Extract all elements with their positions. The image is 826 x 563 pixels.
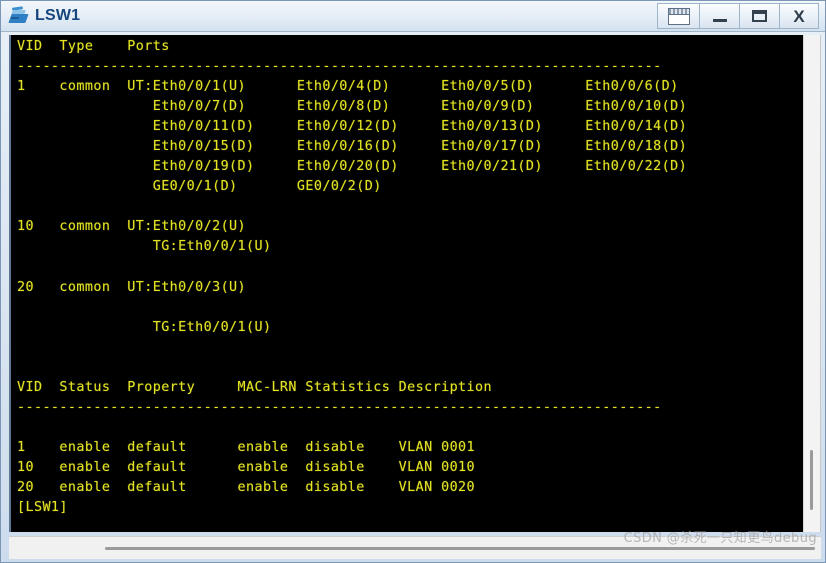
vertical-scrollbar[interactable] (803, 35, 821, 532)
window-title: LSW1 (35, 7, 81, 24)
minimize-icon (712, 18, 727, 22)
maximize-icon (752, 10, 767, 22)
window-content: VID Type Ports -------------------------… (1, 32, 825, 532)
window-controls: X (657, 3, 819, 29)
window-list-button[interactable] (657, 3, 699, 29)
terminal-text: VID Type Ports -------------------------… (17, 39, 688, 516)
switch-device-icon (8, 6, 29, 25)
bottom-strip: CSDN @杀死一只知更鸟debug (1, 531, 825, 562)
terminal-output-area[interactable]: VID Type Ports -------------------------… (11, 35, 803, 532)
vertical-scrollbar-thumb[interactable] (810, 450, 813, 510)
close-icon: X (793, 6, 805, 26)
maximize-button[interactable] (739, 3, 779, 29)
terminal-frame: VID Type Ports -------------------------… (9, 35, 821, 532)
title-bar: LSW1 X (1, 1, 825, 32)
window-list-icon (667, 7, 690, 25)
terminal-window: LSW1 X VID Type Ports ------------------… (0, 0, 826, 563)
horizontal-scrollbar-thumb[interactable] (105, 546, 815, 550)
close-button[interactable]: X (779, 3, 819, 29)
minimize-button[interactable] (699, 3, 739, 29)
horizontal-scrollbar[interactable] (9, 536, 821, 559)
title-bar-left: LSW1 (1, 6, 81, 25)
